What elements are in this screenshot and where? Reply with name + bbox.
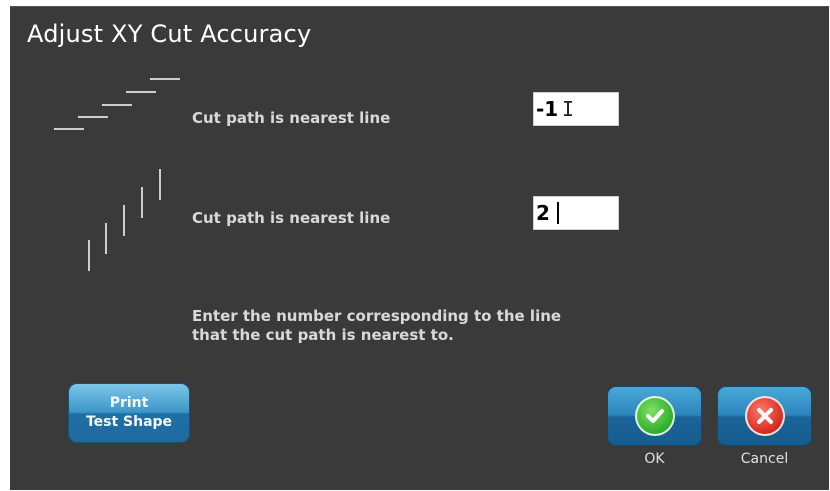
text-caret (557, 202, 559, 224)
checkmark-icon (634, 396, 675, 436)
instructions-line-1: Enter the number corresponding to the li… (192, 307, 562, 325)
cancel-label: Cancel (740, 451, 789, 467)
print-button-label-line-1: Print (109, 395, 149, 411)
close-icon (744, 396, 785, 436)
print-button-label-line-2: Test Shape (85, 414, 173, 430)
instructions-text: Enter the number corresponding to the li… (192, 307, 561, 345)
text-cursor-icon: I (562, 97, 575, 121)
x-offset-input[interactable] (533, 92, 619, 126)
y-offset-input[interactable] (533, 196, 619, 230)
x-row-label: Cut path is nearest line (192, 109, 391, 127)
instructions-line-2: that the cut path is nearest to. (192, 326, 454, 344)
cancel-button[interactable] (717, 386, 812, 446)
ok-button[interactable] (607, 386, 702, 446)
y-row-label: Cut path is nearest line (192, 209, 391, 227)
ok-label: OK (644, 451, 665, 467)
print-test-shape-button[interactable]: Print Test Shape (68, 383, 190, 443)
